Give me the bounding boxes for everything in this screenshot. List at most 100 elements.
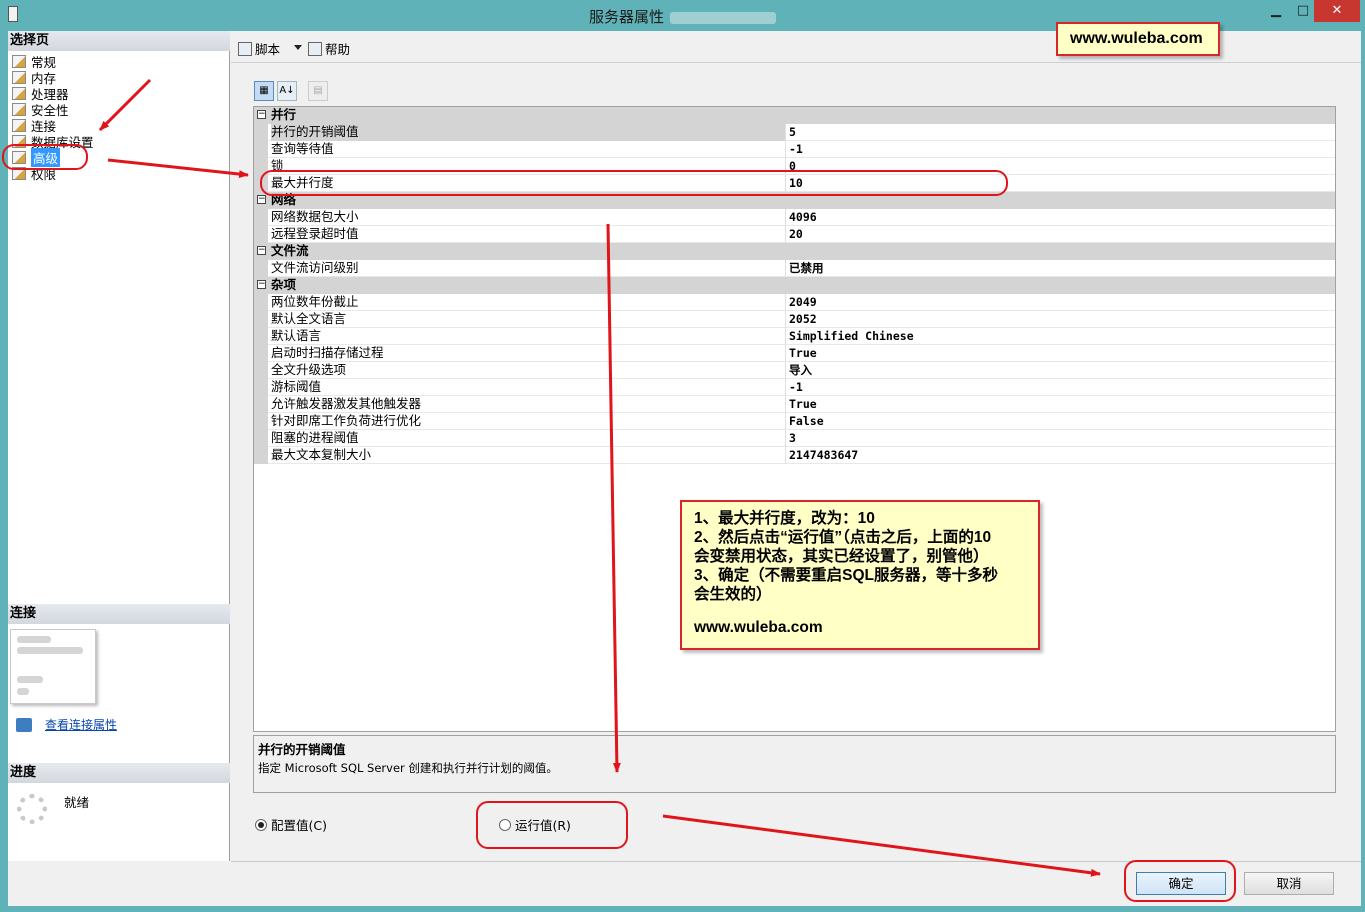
property-name[interactable]: 启动时扫描存储过程 — [271, 345, 786, 362]
property-row[interactable]: 允许触发器激发其他触发器 True — [254, 396, 1335, 413]
property-row[interactable]: 阻塞的进程阈值 3 — [254, 430, 1335, 447]
property-name[interactable]: 全文升级选项 — [271, 362, 786, 379]
highlight-ok-button — [1124, 860, 1236, 902]
property-row[interactable]: 远程登录超时值 20 — [254, 226, 1335, 243]
property-row[interactable]: 全文升级选项 导入 — [254, 362, 1335, 379]
property-value[interactable]: 2147483647 — [789, 447, 858, 463]
row-gutter — [254, 447, 268, 464]
property-value[interactable]: True — [789, 345, 817, 361]
cancel-button[interactable]: 取消 — [1244, 872, 1334, 895]
property-name[interactable]: 文件流访问级别 — [271, 260, 786, 277]
page-icon — [12, 102, 26, 116]
collapse-icon[interactable]: − — [257, 195, 266, 204]
note-gap — [694, 604, 1026, 618]
property-row[interactable]: 两位数年份截止 2049 — [254, 294, 1335, 311]
category-row[interactable]: − 文件流 — [254, 243, 1335, 260]
category-row[interactable]: − 并行 — [254, 107, 1335, 124]
property-name[interactable]: 阻塞的进程阈值 — [271, 430, 786, 447]
configured-radio-indicator[interactable] — [255, 818, 267, 831]
category-label: 杂项 — [271, 277, 297, 292]
property-value[interactable]: 导入 — [789, 362, 812, 378]
script-button[interactable]: 脚本 — [238, 39, 280, 58]
collapse-icon[interactable]: − — [257, 246, 266, 255]
property-row[interactable]: 游标阈值 -1 — [254, 379, 1335, 396]
instruction-note: 1、最大并行度，改为：10 2、然后点击“运行值”（点击之后，上面的10 会变禁… — [680, 500, 1040, 650]
property-value[interactable]: True — [789, 396, 817, 412]
property-row[interactable]: 默认语言 Simplified Chinese — [254, 328, 1335, 345]
help-icon — [308, 41, 322, 56]
property-value[interactable]: -1 — [789, 379, 803, 395]
property-value[interactable]: 4096 — [789, 209, 817, 225]
progress-spinner-icon — [17, 794, 47, 824]
property-row[interactable]: 最大文本复制大小 2147483647 — [254, 447, 1335, 464]
property-row[interactable]: 网络数据包大小 4096 — [254, 209, 1335, 226]
property-row[interactable]: 查询等待值 -1 — [254, 141, 1335, 158]
description-text: 指定 Microsoft SQL Server 创建和执行并行计划的阈值。 — [258, 761, 558, 775]
property-value[interactable]: 2052 — [789, 311, 817, 327]
view-connection-link-text[interactable]: 查看连接属性 — [45, 716, 117, 733]
property-value[interactable]: 5 — [789, 124, 796, 140]
property-name[interactable]: 查询等待值 — [271, 141, 786, 158]
row-gutter — [254, 141, 268, 158]
note-line-5: 会生效的） — [694, 586, 772, 603]
redacted-user-value — [17, 688, 29, 695]
progress-header: 进度 — [8, 763, 230, 783]
property-value[interactable]: 20 — [789, 226, 803, 242]
property-name[interactable]: 游标阈值 — [271, 379, 786, 396]
property-row[interactable]: 并行的开销阈值 5 — [254, 124, 1335, 141]
script-icon — [238, 41, 252, 56]
maximize-button[interactable]: □ — [1289, 0, 1317, 22]
property-name[interactable]: 网络数据包大小 — [271, 209, 786, 226]
property-name[interactable]: 远程登录超时值 — [271, 226, 786, 243]
page-icon — [12, 86, 26, 100]
row-gutter — [254, 260, 268, 277]
property-value[interactable]: 2049 — [789, 294, 817, 310]
category-row[interactable]: − 杂项 — [254, 277, 1335, 294]
property-value[interactable]: -1 — [789, 141, 803, 157]
collapse-icon[interactable]: − — [257, 110, 266, 119]
note-url: www.wuleba.com — [694, 619, 823, 636]
close-button[interactable]: ✕ — [1314, 0, 1360, 22]
property-value[interactable]: 已禁用 — [789, 260, 824, 276]
property-value[interactable]: Simplified Chinese — [789, 328, 914, 344]
property-name[interactable]: 最大文本复制大小 — [271, 447, 786, 464]
connection-header: 连接 — [8, 604, 230, 624]
property-name[interactable]: 默认全文语言 — [271, 311, 786, 328]
view-connection-properties-link[interactable]: 查看连接属性 — [16, 716, 117, 733]
help-button[interactable]: 帮助 — [308, 39, 350, 58]
row-gutter — [254, 413, 268, 430]
alphabetical-sort-button[interactable]: A↓ — [277, 81, 297, 101]
dialog-client-area: 选择页 常规 内存 处理器 安全性 连接 数据库设置 高级 权限 连接 查看连接属性 进度 就… — [8, 31, 1361, 906]
minimize-button[interactable]: ▁ — [1262, 0, 1290, 22]
property-name[interactable]: 并行的开销阈值 — [271, 124, 786, 141]
row-gutter — [254, 294, 268, 311]
property-pages-button[interactable]: ▤ — [308, 81, 328, 101]
help-label: 帮助 — [325, 42, 351, 57]
note-line-1: 1、最大并行度，改为：10 — [694, 510, 875, 527]
collapse-icon[interactable]: − — [257, 280, 266, 289]
property-value[interactable]: False — [789, 413, 824, 429]
property-row[interactable]: 启动时扫描存储过程 True — [254, 345, 1335, 362]
configured-value-radio[interactable]: 配置值(C) — [255, 815, 327, 834]
categorized-view-button[interactable]: ▦ — [254, 81, 274, 101]
configured-radio-label[interactable]: 配置值(C) — [271, 815, 327, 834]
row-gutter — [254, 209, 268, 226]
property-name[interactable]: 针对即席工作负荷进行优化 — [271, 413, 786, 430]
property-row[interactable]: 针对即席工作负荷进行优化 False — [254, 413, 1335, 430]
script-label: 脚本 — [255, 42, 281, 57]
highlight-advanced-page — [2, 144, 88, 170]
row-gutter — [254, 379, 268, 396]
row-gutter — [254, 124, 268, 141]
property-name[interactable]: 默认语言 — [271, 328, 786, 345]
page-icon — [12, 118, 26, 132]
row-gutter — [254, 430, 268, 447]
property-row[interactable]: 默认全文语言 2052 — [254, 311, 1335, 328]
script-dropdown-icon[interactable] — [294, 45, 302, 50]
property-name[interactable]: 两位数年份截止 — [271, 294, 786, 311]
property-row[interactable]: 文件流访问级别 已禁用 — [254, 260, 1335, 277]
connection-info-card — [10, 629, 96, 704]
property-name[interactable]: 允许触发器激发其他触发器 — [271, 396, 786, 413]
note-line-2: 2、然后点击“运行值”（点击之后，上面的10 — [694, 529, 992, 546]
redacted-user-label — [17, 676, 43, 683]
property-value[interactable]: 3 — [789, 430, 796, 446]
